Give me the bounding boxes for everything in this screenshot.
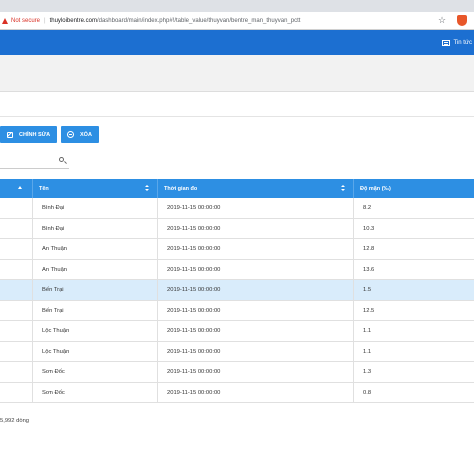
search-input[interactable] [0,155,55,166]
table-row[interactable]: Lộc Thuận 2019-11-15 00:00:00 1.1 [0,321,474,342]
data-table: Tên Thời gian đo Độ mặn (‰) Bình Đại 2019… [0,179,474,403]
sort-icon [341,185,345,192]
row-index-cell [0,383,32,403]
page-header [0,55,474,92]
edit-button[interactable]: CHỈNH SỬA [0,126,57,143]
column-header-index[interactable] [0,179,32,198]
brave-extension-icon[interactable] [457,15,467,26]
row-index-cell [0,321,32,341]
url-host: thuyloibentre.com [49,17,97,24]
search-box [0,152,69,169]
sort-ascending-icon [18,186,22,189]
time-cell: 2019-11-15 00:00:00 [157,300,353,321]
top-navbar: Tin tức [0,30,474,55]
table-row[interactable]: Bình Đại 2019-11-15 00:00:00 10.3 [0,218,474,239]
time-cell: 2019-11-15 00:00:00 [157,382,353,403]
time-cell: 2019-11-15 00:00:00 [157,341,353,362]
newspaper-icon [441,39,450,46]
salinity-cell: 1.1 [353,341,474,362]
delete-button[interactable]: XÓA [61,126,99,143]
name-cell: An Thuận [32,259,157,280]
column-header-time[interactable]: Thời gian đo [157,179,353,198]
row-index-cell [0,239,32,259]
name-cell: Bến Trại [32,300,157,321]
table-row[interactable]: Bến Trại 2019-11-15 00:00:00 12.5 [0,300,474,321]
not-secure-label: Not secure [11,17,41,24]
salinity-cell: 12.5 [353,300,474,321]
time-cell: 2019-11-15 00:00:00 [157,218,353,239]
delete-button-label: XÓA [80,131,92,138]
content-divider [0,116,474,117]
search-icon[interactable] [59,157,64,162]
browser-tab-strip [0,0,474,12]
column-header-name[interactable]: Tên [32,179,157,198]
news-label: Tin tức [453,39,472,46]
url-path: /dashboard/main/index.php#!/table_value/… [96,17,301,24]
news-link[interactable]: Tin tức [441,37,472,48]
salinity-cell: 13.6 [353,259,474,280]
row-index-cell [0,198,32,218]
salinity-cell: 0.8 [353,382,474,403]
table-row[interactable]: Bến Trại 2019-11-15 00:00:00 1.5 [0,280,474,301]
table-row[interactable]: An Thuận 2019-11-15 00:00:00 13.6 [0,259,474,280]
name-cell: Bình Đại [32,198,157,218]
edit-button-label: CHỈNH SỬA [19,131,51,138]
address-separator: | [44,17,46,24]
salinity-cell: 8.2 [353,198,474,218]
time-cell: 2019-11-15 00:00:00 [157,239,353,259]
sort-icon [145,185,149,192]
row-index-cell [0,260,32,280]
time-cell: 2019-11-15 00:00:00 [157,198,353,218]
name-cell: Lộc Thuận [32,341,157,362]
browser-window: Not secure | thuyloibentre.com /dashboar… [0,0,474,474]
row-index-cell [0,280,32,300]
name-cell: Bình Đại [32,218,157,239]
salinity-cell: 10.3 [353,218,474,239]
warning-icon [2,17,8,24]
table-row[interactable]: Sơn Đốc 2019-11-15 00:00:00 0.8 [0,382,474,403]
time-cell: 2019-11-15 00:00:00 [157,280,353,300]
edit-icon [6,131,13,138]
row-index-cell [0,342,32,362]
table-row[interactable]: Lộc Thuận 2019-11-15 00:00:00 1.1 [0,341,474,362]
row-index-cell [0,301,32,321]
name-cell: Bến Trại [32,280,157,300]
table-row[interactable]: Sơn Đốc 2019-11-15 00:00:00 1.3 [0,362,474,383]
remove-icon [67,131,74,138]
table-row[interactable]: An Thuận 2019-11-15 00:00:00 12.8 [0,239,474,260]
name-cell: Sơn Đốc [32,362,157,382]
column-header-salinity[interactable]: Độ mặn (‰) [353,179,474,198]
salinity-cell: 1.5 [353,280,474,300]
name-cell: Sơn Đốc [32,382,157,403]
salinity-cell: 1.3 [353,362,474,382]
salinity-cell: 1.1 [353,321,474,341]
name-cell: An Thuận [32,239,157,259]
time-cell: 2019-11-15 00:00:00 [157,259,353,280]
table-header: Tên Thời gian đo Độ mặn (‰) [0,179,474,198]
salinity-cell: 12.8 [353,239,474,259]
table-row[interactable]: Bình Đại 2019-11-15 00:00:00 8.2 [0,198,474,219]
bookmark-star-icon[interactable]: ☆ [438,16,447,25]
name-cell: Lộc Thuận [32,321,157,341]
row-count: 5,992 dòng [0,418,30,424]
address-bar[interactable]: Not secure | thuyloibentre.com /dashboar… [0,12,474,30]
time-cell: 2019-11-15 00:00:00 [157,362,353,382]
row-index-cell [0,219,32,239]
time-cell: 2019-11-15 00:00:00 [157,321,353,341]
row-index-cell [0,362,32,382]
table-body: Bình Đại 2019-11-15 00:00:00 8.2 Bình Đại 20… [0,198,474,403]
